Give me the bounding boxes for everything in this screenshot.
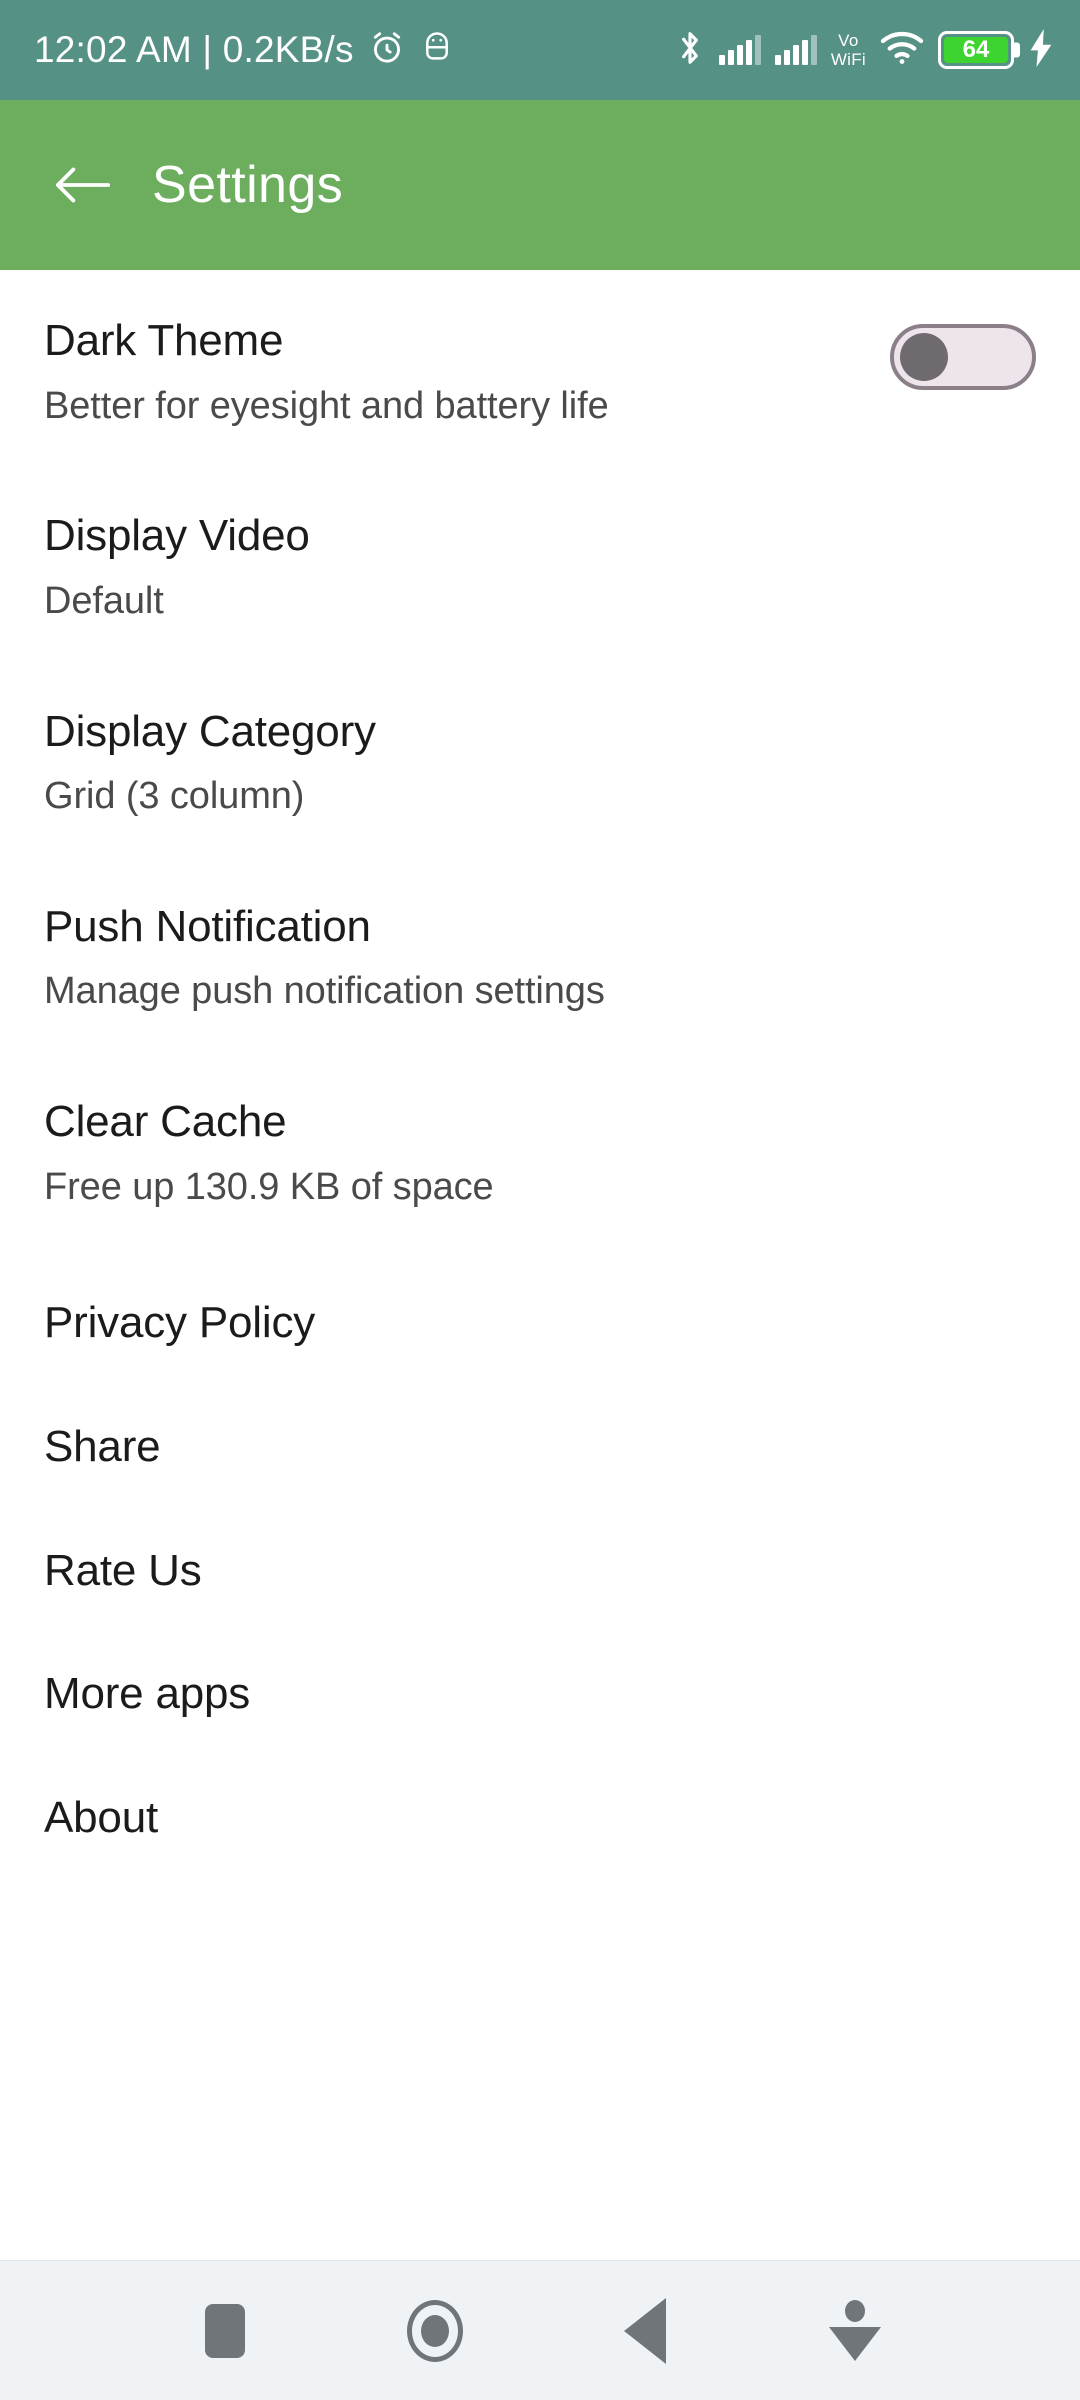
page-title: Settings <box>152 156 344 214</box>
signal-sim1-icon <box>718 35 761 65</box>
arrow-left-icon <box>55 167 111 203</box>
android-debug-icon <box>420 30 454 71</box>
setting-subtitle: Manage push notification settings <box>44 970 605 1013</box>
vowifi-icon: Vo WiFi <box>831 32 866 68</box>
app-bar: Settings <box>0 100 1080 270</box>
row-gap <box>0 1350 1080 1420</box>
bluetooth-icon <box>675 29 705 72</box>
setting-title: Clear Cache <box>44 1097 287 1147</box>
setting-title: Share <box>44 1422 161 1471</box>
setting-texts: Share <box>44 1420 161 1474</box>
row-gap <box>0 1210 1080 1296</box>
vowifi-label-line2: WiFi <box>830 50 866 69</box>
setting-texts: Display Video Default <box>44 509 310 624</box>
setting-row-display-category[interactable]: Display Category Grid (3 column) <box>0 705 1080 820</box>
battery-level-label: 64 <box>944 36 1008 63</box>
home-button[interactable] <box>380 2276 490 2386</box>
setting-texts: Push Notification Manage push notificati… <box>44 900 605 1015</box>
setting-subtitle: Free up 130.9 KB of space <box>44 1165 494 1208</box>
setting-subtitle: Better for eyesight and battery life <box>44 384 609 427</box>
status-clock-and-network-speed: 12:02 AM | 0.2KB/s <box>34 29 354 70</box>
setting-row-about[interactable]: About <box>0 1791 1080 1845</box>
recents-button[interactable] <box>170 2276 280 2386</box>
home-circle-icon <box>407 2299 463 2362</box>
setting-title: More apps <box>44 1669 251 1719</box>
setting-texts: Rate Us <box>44 1544 202 1598</box>
setting-subtitle: Default <box>44 579 164 622</box>
row-gap <box>0 1597 1080 1667</box>
hide-keyboard-icon <box>829 2300 881 2361</box>
status-bar-left: 12:02 AM | 0.2KB/s <box>34 29 675 72</box>
setting-row-privacy-policy[interactable]: Privacy Policy <box>0 1296 1080 1350</box>
setting-title: About <box>44 1793 158 1843</box>
system-navigation-bar <box>0 2260 1080 2400</box>
alarm-icon <box>368 29 406 72</box>
setting-texts: Display Category Grid (3 column) <box>44 705 376 820</box>
setting-texts: Clear Cache Free up 130.9 KB of space <box>44 1095 494 1210</box>
setting-title: Dark Theme <box>44 316 284 365</box>
setting-title: Rate Us <box>44 1545 202 1595</box>
status-bar: 12:02 AM | 0.2KB/s Vo WiFi 64 <box>0 0 1080 100</box>
setting-row-display-video[interactable]: Display Video Default <box>0 509 1080 624</box>
setting-row-more-apps[interactable]: More apps <box>0 1667 1080 1721</box>
setting-row-dark-theme[interactable]: Dark Theme Better for eyesight and batte… <box>0 314 1080 429</box>
back-nav-button[interactable] <box>590 2276 700 2386</box>
setting-subtitle: Grid (3 column) <box>44 775 305 818</box>
setting-title: Privacy Policy <box>44 1298 316 1348</box>
recents-square-icon <box>205 2303 245 2358</box>
setting-row-push-notification[interactable]: Push Notification Manage push notificati… <box>0 900 1080 1015</box>
hide-keyboard-button[interactable] <box>800 2276 910 2386</box>
back-triangle-icon <box>624 2297 666 2364</box>
setting-texts: More apps <box>44 1667 250 1721</box>
setting-row-share[interactable]: Share <box>0 1420 1080 1474</box>
battery-icon: 64 <box>938 31 1014 69</box>
dark-theme-toggle[interactable] <box>890 324 1036 390</box>
signal-sim2-icon <box>774 35 817 65</box>
setting-title: Push Notification <box>44 901 371 951</box>
phone-screen: 12:02 AM | 0.2KB/s Vo WiFi 64 Settings D… <box>0 0 1080 2400</box>
setting-texts: Privacy Policy <box>44 1296 315 1350</box>
setting-title: Display Video <box>44 511 310 561</box>
status-bar-right: Vo WiFi 64 <box>675 28 1054 72</box>
charging-bolt-icon <box>1028 28 1054 72</box>
setting-row-clear-cache[interactable]: Clear Cache Free up 130.9 KB of space <box>0 1095 1080 1210</box>
row-gap <box>0 1721 1080 1791</box>
back-button[interactable] <box>52 154 114 216</box>
setting-texts: About <box>44 1791 158 1845</box>
row-gap <box>0 820 1080 900</box>
settings-list: Dark Theme Better for eyesight and batte… <box>0 270 1080 2260</box>
wifi-icon <box>880 31 924 70</box>
toggle-knob <box>900 333 948 381</box>
row-gap <box>0 1474 1080 1544</box>
row-gap <box>0 429 1080 509</box>
setting-texts: Dark Theme Better for eyesight and batte… <box>44 314 609 429</box>
row-gap <box>0 1015 1080 1095</box>
setting-title: Display Category <box>44 706 376 756</box>
vowifi-label-line1: Vo <box>838 31 859 50</box>
setting-row-rate-us[interactable]: Rate Us <box>0 1544 1080 1598</box>
row-gap <box>0 625 1080 705</box>
